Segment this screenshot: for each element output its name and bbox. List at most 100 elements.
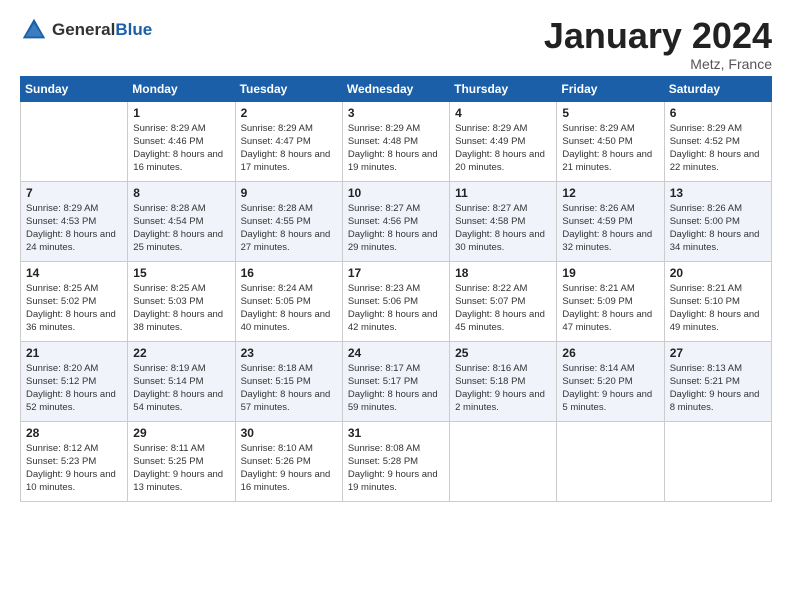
header-wednesday: Wednesday — [342, 76, 449, 101]
day-number: 6 — [670, 106, 766, 120]
table-row: 10Sunrise: 8:27 AMSunset: 4:56 PMDayligh… — [342, 181, 449, 261]
day-info: Sunrise: 8:29 AMSunset: 4:47 PMDaylight:… — [241, 122, 337, 175]
table-row: 13Sunrise: 8:26 AMSunset: 5:00 PMDayligh… — [664, 181, 771, 261]
table-row: 8 Sunrise: 8:28 AMSunset: 4:54 PMDaylight… — [128, 181, 235, 261]
day-info: Sunrise: 8:27 AMSunset: 4:56 PMDaylight:… — [348, 202, 444, 255]
month-title: January 2024 — [544, 16, 772, 56]
day-info: Sunrise: 8:17 AMSunset: 5:17 PMDaylight:… — [348, 362, 444, 415]
day-info: Sunrise: 8:08 AMSunset: 5:28 PMDaylight:… — [348, 442, 444, 495]
day-number: 16 — [241, 266, 337, 280]
day-number: 7 — [26, 186, 122, 200]
day-number: 28 — [26, 426, 122, 440]
day-number: 12 — [562, 186, 658, 200]
day-info: Sunrise: 8:26 AMSunset: 5:00 PMDaylight:… — [670, 202, 766, 255]
table-row: 21 Sunrise: 8:20 AMSunset: 5:12 PMDayligh… — [21, 341, 128, 421]
day-number: 18 — [455, 266, 551, 280]
day-info: Sunrise: 8:14 AMSunset: 5:20 PMDaylight:… — [562, 362, 658, 415]
table-row: 16 Sunrise: 8:24 AMSunset: 5:05 PMDayligh… — [235, 261, 342, 341]
day-number: 14 — [26, 266, 122, 280]
day-number: 30 — [241, 426, 337, 440]
header-friday: Friday — [557, 76, 664, 101]
day-number: 27 — [670, 346, 766, 360]
table-row: 27 Sunrise: 8:13 AMSunset: 5:21 PMDayligh… — [664, 341, 771, 421]
table-row: 25Sunrise: 8:16 AMSunset: 5:18 PMDayligh… — [450, 341, 557, 421]
day-info: Sunrise: 8:16 AMSunset: 5:18 PMDaylight:… — [455, 362, 551, 415]
calendar-table: Sunday Monday Tuesday Wednesday Thursday… — [20, 76, 772, 502]
table-row: 15 Sunrise: 8:25 AMSunset: 5:03 PMDayligh… — [128, 261, 235, 341]
day-info: Sunrise: 8:29 AMSunset: 4:46 PMDaylight:… — [133, 122, 229, 175]
day-number: 24 — [348, 346, 444, 360]
table-row: 26Sunrise: 8:14 AMSunset: 5:20 PMDayligh… — [557, 341, 664, 421]
logo-text: GeneralBlue — [52, 20, 152, 40]
day-info: Sunrise: 8:23 AMSunset: 5:06 PMDaylight:… — [348, 282, 444, 335]
day-info: Sunrise: 8:28 AMSunset: 4:54 PMDaylight:… — [133, 202, 229, 255]
day-info: Sunrise: 8:21 AMSunset: 5:10 PMDaylight:… — [670, 282, 766, 335]
day-info: Sunrise: 8:25 AMSunset: 5:02 PMDaylight:… — [26, 282, 122, 335]
logo-blue: Blue — [115, 20, 152, 39]
table-row: 12 Sunrise: 8:26 AMSunset: 4:59 PMDayligh… — [557, 181, 664, 261]
header-sunday: Sunday — [21, 76, 128, 101]
calendar-week-row: 7 Sunrise: 8:29 AMSunset: 4:53 PMDaylight… — [21, 181, 772, 261]
day-info: Sunrise: 8:29 AMSunset: 4:53 PMDaylight:… — [26, 202, 122, 255]
day-info: Sunrise: 8:26 AMSunset: 4:59 PMDaylight:… — [562, 202, 658, 255]
day-number: 8 — [133, 186, 229, 200]
table-row: 6 Sunrise: 8:29 AMSunset: 4:52 PMDaylight… — [664, 101, 771, 181]
day-info: Sunrise: 8:29 AMSunset: 4:49 PMDaylight:… — [455, 122, 551, 175]
header-thursday: Thursday — [450, 76, 557, 101]
day-info: Sunrise: 8:29 AMSunset: 4:52 PMDaylight:… — [670, 122, 766, 175]
day-info: Sunrise: 8:11 AMSunset: 5:25 PMDaylight:… — [133, 442, 229, 495]
title-section: January 2024 Metz, France — [544, 16, 772, 72]
day-number: 21 — [26, 346, 122, 360]
location: Metz, France — [544, 56, 772, 72]
table-row: 5 Sunrise: 8:29 AMSunset: 4:50 PMDaylight… — [557, 101, 664, 181]
day-info: Sunrise: 8:10 AMSunset: 5:26 PMDaylight:… — [241, 442, 337, 495]
weekday-header-row: Sunday Monday Tuesday Wednesday Thursday… — [21, 76, 772, 101]
day-info: Sunrise: 8:20 AMSunset: 5:12 PMDaylight:… — [26, 362, 122, 415]
table-row: 1 Sunrise: 8:29 AMSunset: 4:46 PMDaylight… — [128, 101, 235, 181]
logo-general: General — [52, 20, 115, 39]
calendar-week-row: 14 Sunrise: 8:25 AMSunset: 5:02 PMDayligh… — [21, 261, 772, 341]
table-row — [664, 421, 771, 501]
day-info: Sunrise: 8:27 AMSunset: 4:58 PMDaylight:… — [455, 202, 551, 255]
calendar-week-row: 21 Sunrise: 8:20 AMSunset: 5:12 PMDayligh… — [21, 341, 772, 421]
day-number: 23 — [241, 346, 337, 360]
day-info: Sunrise: 8:28 AMSunset: 4:55 PMDaylight:… — [241, 202, 337, 255]
day-number: 1 — [133, 106, 229, 120]
header-tuesday: Tuesday — [235, 76, 342, 101]
day-number: 15 — [133, 266, 229, 280]
table-row: 28 Sunrise: 8:12 AMSunset: 5:23 PMDayligh… — [21, 421, 128, 501]
header: GeneralBlue January 2024 Metz, France — [20, 16, 772, 72]
table-row: 2Sunrise: 8:29 AMSunset: 4:47 PMDaylight… — [235, 101, 342, 181]
table-row: 17 Sunrise: 8:23 AMSunset: 5:06 PMDayligh… — [342, 261, 449, 341]
table-row: 23 Sunrise: 8:18 AMSunset: 5:15 PMDayligh… — [235, 341, 342, 421]
table-row: 19 Sunrise: 8:21 AMSunset: 5:09 PMDayligh… — [557, 261, 664, 341]
logo-icon — [20, 16, 48, 44]
day-info: Sunrise: 8:21 AMSunset: 5:09 PMDaylight:… — [562, 282, 658, 335]
table-row: 30 Sunrise: 8:10 AMSunset: 5:26 PMDayligh… — [235, 421, 342, 501]
day-info: Sunrise: 8:18 AMSunset: 5:15 PMDaylight:… — [241, 362, 337, 415]
table-row: 31Sunrise: 8:08 AMSunset: 5:28 PMDayligh… — [342, 421, 449, 501]
table-row: 7 Sunrise: 8:29 AMSunset: 4:53 PMDaylight… — [21, 181, 128, 261]
day-number: 19 — [562, 266, 658, 280]
day-number: 3 — [348, 106, 444, 120]
day-info: Sunrise: 8:29 AMSunset: 4:48 PMDaylight:… — [348, 122, 444, 175]
table-row: 29Sunrise: 8:11 AMSunset: 5:25 PMDayligh… — [128, 421, 235, 501]
day-info: Sunrise: 8:13 AMSunset: 5:21 PMDaylight:… — [670, 362, 766, 415]
day-info: Sunrise: 8:24 AMSunset: 5:05 PMDaylight:… — [241, 282, 337, 335]
day-info: Sunrise: 8:29 AMSunset: 4:50 PMDaylight:… — [562, 122, 658, 175]
table-row: 3 Sunrise: 8:29 AMSunset: 4:48 PMDaylight… — [342, 101, 449, 181]
day-number: 17 — [348, 266, 444, 280]
table-row — [450, 421, 557, 501]
table-row: 18Sunrise: 8:22 AMSunset: 5:07 PMDayligh… — [450, 261, 557, 341]
calendar-week-row: 28 Sunrise: 8:12 AMSunset: 5:23 PMDayligh… — [21, 421, 772, 501]
day-info: Sunrise: 8:12 AMSunset: 5:23 PMDaylight:… — [26, 442, 122, 495]
table-row: 20 Sunrise: 8:21 AMSunset: 5:10 PMDayligh… — [664, 261, 771, 341]
day-number: 20 — [670, 266, 766, 280]
day-number: 4 — [455, 106, 551, 120]
logo: GeneralBlue — [20, 16, 152, 44]
day-info: Sunrise: 8:25 AMSunset: 5:03 PMDaylight:… — [133, 282, 229, 335]
day-number: 22 — [133, 346, 229, 360]
day-number: 9 — [241, 186, 337, 200]
header-monday: Monday — [128, 76, 235, 101]
day-number: 5 — [562, 106, 658, 120]
